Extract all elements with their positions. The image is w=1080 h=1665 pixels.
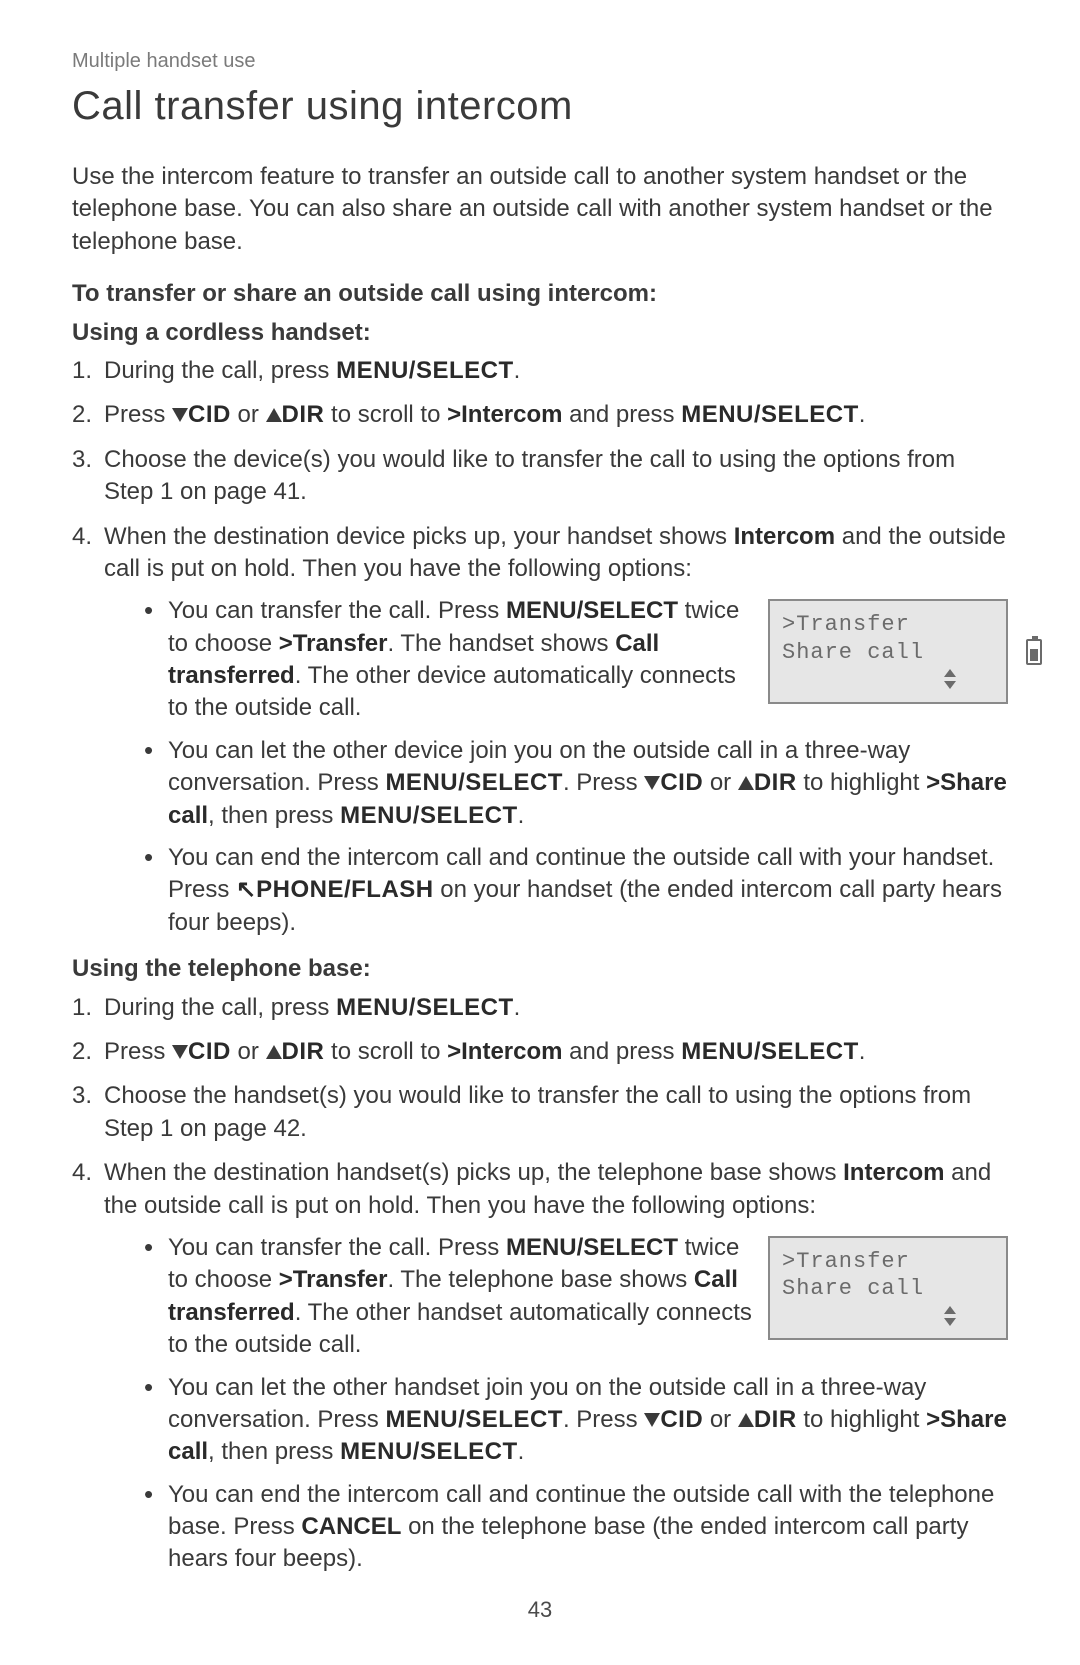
heading-cordless: Using a cordless handset: (72, 317, 1008, 349)
list-item: >Transfer Share call You can transfer th… (144, 595, 1008, 725)
lcd-line: Share call (782, 639, 994, 667)
triangle-up-icon (738, 776, 754, 790)
list-item: Choose the handset(s) you would like to … (72, 1080, 1008, 1145)
cordless-steps: During the call, press MENU/SELECT. Pres… (72, 355, 1008, 939)
list-item: >Transfer Share call You can transfer th… (144, 1232, 1008, 1362)
list-item: During the call, press MENU/SELECT. (72, 355, 1008, 387)
triangle-down-icon (172, 1045, 188, 1059)
phone-icon: ↖ (236, 876, 256, 903)
base-steps: During the call, press MENU/SELECT. Pres… (72, 992, 1008, 1576)
cordless-options: >Transfer Share call You can transfer th… (104, 595, 1008, 939)
list-item: Press CID or DIR to scroll to >Intercom … (72, 1036, 1008, 1068)
base-options: >Transfer Share call You can transfer th… (104, 1232, 1008, 1576)
list-item: You can let the other device join you on… (144, 735, 1008, 832)
battery-icon (1026, 639, 1042, 665)
list-item: Choose the device(s) you would like to t… (72, 444, 1008, 509)
lcd-screen: >Transfer Share call (768, 1236, 1008, 1341)
list-item: During the call, press MENU/SELECT. (72, 992, 1008, 1024)
lcd-line: Share call (782, 1275, 994, 1303)
lcd-screen: >Transfer Share call (768, 599, 1008, 704)
lcd-line: >Transfer (782, 611, 994, 639)
page-title: Call transfer using intercom (72, 79, 1008, 133)
triangle-down-icon (644, 1413, 660, 1427)
heading-base: Using the telephone base: (72, 953, 1008, 985)
triangle-up-icon (266, 1045, 282, 1059)
list-item: When the destination handset(s) picks up… (72, 1157, 1008, 1576)
section-label: Multiple handset use (72, 48, 1008, 75)
list-item: You can let the other handset join you o… (144, 1372, 1008, 1469)
lcd-line: >Transfer (782, 1248, 994, 1276)
updown-arrows-icon (944, 669, 956, 689)
triangle-down-icon (644, 776, 660, 790)
menu-select-key: MENU/SELECT (336, 357, 514, 384)
triangle-down-icon (172, 408, 188, 422)
page-number: 43 (0, 1595, 1080, 1625)
list-item: You can end the intercom call and contin… (144, 1479, 1008, 1576)
heading-transfer: To transfer or share an outside call usi… (72, 278, 1008, 310)
intro-paragraph: Use the intercom feature to transfer an … (72, 161, 1008, 258)
triangle-up-icon (266, 408, 282, 422)
updown-arrows-icon (944, 1306, 956, 1326)
list-item: You can end the intercom call and contin… (144, 842, 1008, 939)
triangle-up-icon (738, 1413, 754, 1427)
list-item: Press CID or DIR to scroll to >Intercom … (72, 399, 1008, 431)
list-item: When the destination device picks up, yo… (72, 521, 1008, 940)
